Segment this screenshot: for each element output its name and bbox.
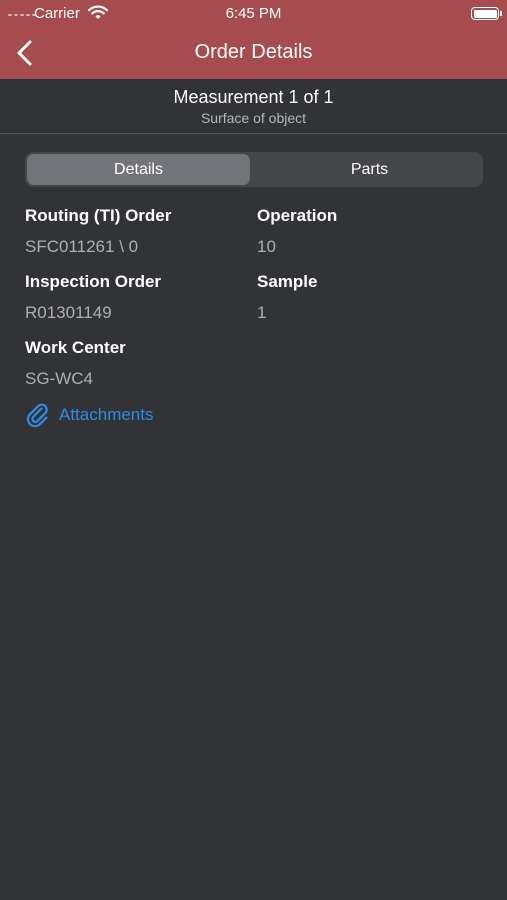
work-center-label: Work Center bbox=[25, 338, 126, 357]
routing-order-label: Routing (TI) Order bbox=[25, 206, 172, 225]
navigation-bar: Carrier 6:45 PM Order Details bbox=[0, 0, 507, 79]
inspection-order-value: R01301149 bbox=[25, 303, 112, 322]
sample-value: 1 bbox=[257, 303, 267, 322]
segmented-control: Details Parts bbox=[25, 152, 483, 187]
tab-details[interactable]: Details bbox=[27, 154, 250, 185]
measurement-title: Measurement 1 of 1 bbox=[173, 87, 334, 107]
page-title: Order Details bbox=[194, 41, 313, 63]
attachments-link[interactable]: Attachments bbox=[25, 402, 154, 428]
operation-label: Operation bbox=[257, 206, 338, 225]
sample-label: Sample bbox=[257, 272, 318, 291]
work-center-value: SG-WC4 bbox=[25, 369, 93, 388]
operation-value: 10 bbox=[257, 237, 276, 256]
paperclip-icon bbox=[26, 403, 48, 428]
status-bar: Carrier 6:45 PM bbox=[0, 0, 507, 26]
inspection-order-label: Inspection Order bbox=[25, 272, 162, 291]
battery-icon bbox=[471, 7, 502, 20]
measurement-header: Measurement 1 of 1 Surface of object bbox=[0, 79, 507, 134]
status-time: 6:45 PM bbox=[225, 5, 282, 22]
routing-order-value: SFC011261 \ 0 bbox=[25, 237, 139, 256]
attachments-label: Attachments bbox=[59, 405, 154, 424]
measurement-subtitle: Surface of object bbox=[200, 110, 307, 126]
tab-parts[interactable]: Parts bbox=[258, 154, 481, 185]
